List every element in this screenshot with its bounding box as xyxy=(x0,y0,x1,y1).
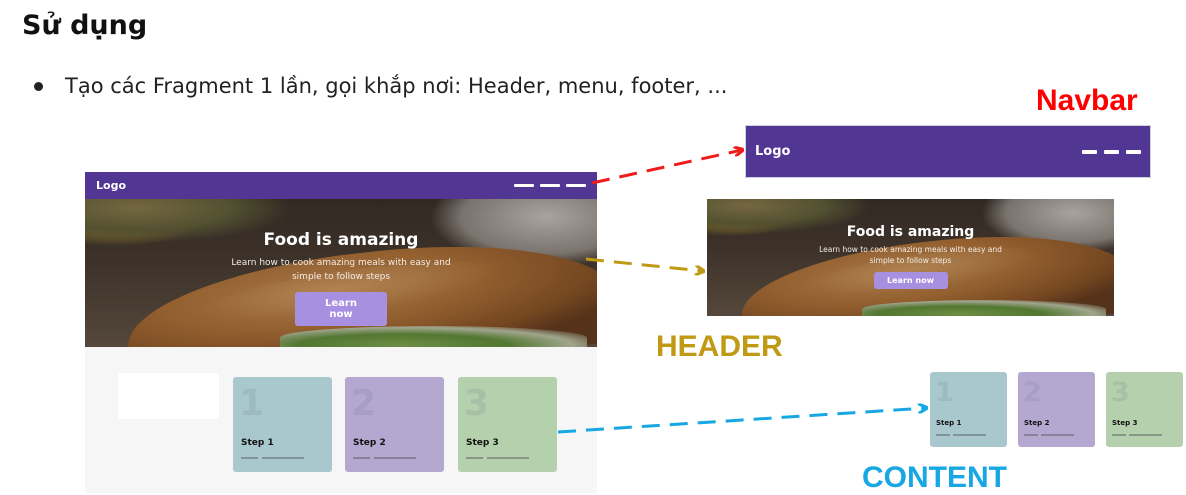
header-arrow xyxy=(585,257,703,271)
navbar-arrow xyxy=(591,150,742,185)
content-arrow xyxy=(557,408,926,434)
arrows-layer xyxy=(557,0,1186,434)
